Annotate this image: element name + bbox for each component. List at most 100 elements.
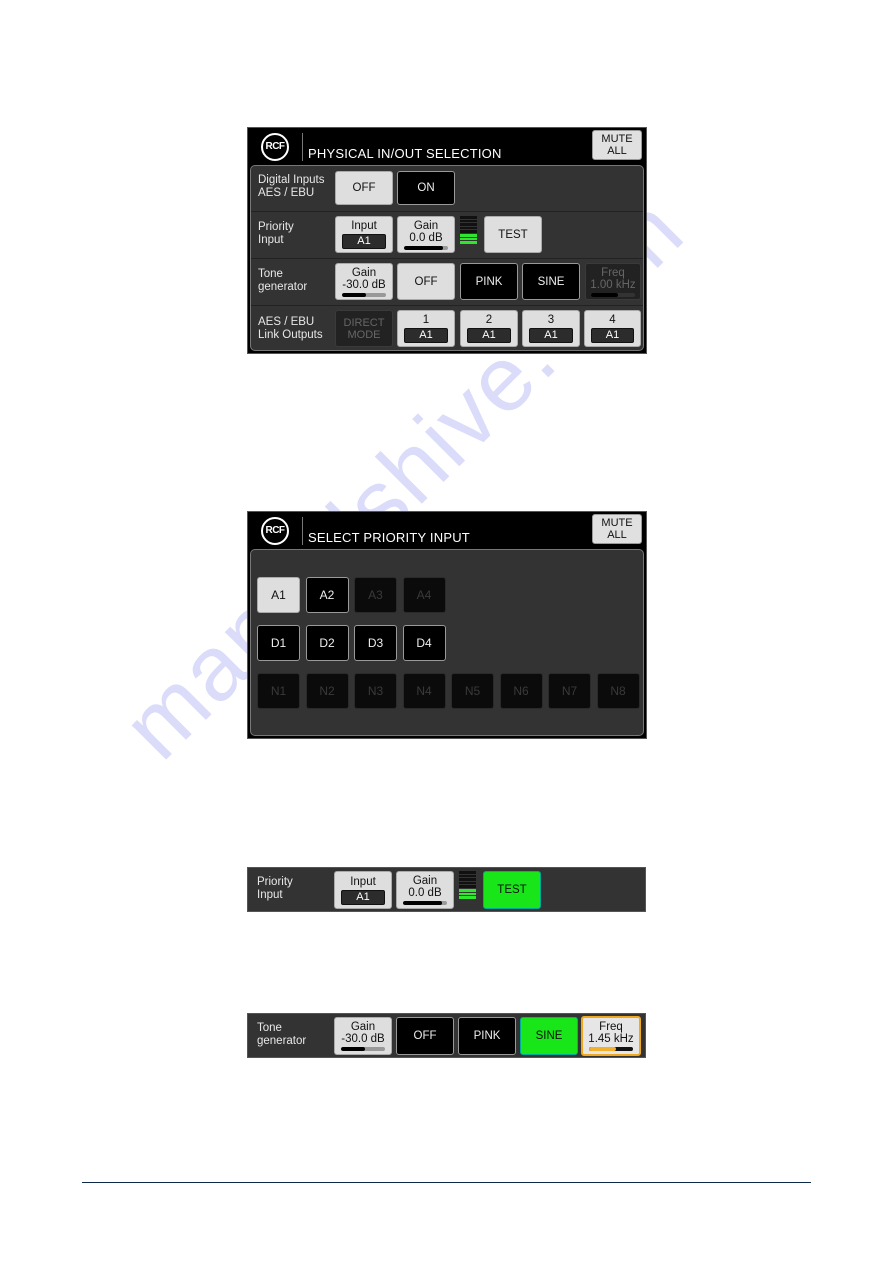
link-output-3-button[interactable]: 3 A1: [522, 310, 580, 347]
screen-header: RCF SELECT PRIORITY INPUT MUTE ALL: [248, 512, 646, 549]
priority-strip-test-active: Priority Input Input A1 Gain 0.0 dB TEST: [247, 867, 646, 912]
input-button-a4[interactable]: A4: [402, 577, 446, 613]
row-label: Priority Input: [258, 221, 294, 246]
tone-sine-button[interactable]: SINE: [522, 263, 580, 300]
meter-segment: [460, 216, 477, 219]
rcf-logo: RCF: [261, 133, 289, 161]
input-button-label: D4: [416, 636, 432, 650]
row-label: Tone generator: [257, 1022, 307, 1047]
input-button-label: D3: [367, 636, 384, 650]
input-button-n2[interactable]: N2: [305, 673, 349, 709]
priority-gain-button[interactable]: Gain 0.0 dB: [397, 216, 455, 253]
freq-bar: [591, 292, 635, 297]
meter-segment: [459, 885, 476, 888]
row-tone-generator: Tone generator Gain -30.0 dB OFF PINK SI…: [251, 258, 643, 306]
input-button-d3[interactable]: D3: [354, 625, 397, 661]
input-button-label: N7: [561, 684, 578, 698]
freq-bar: [588, 1047, 634, 1051]
row-label: Priority Input: [257, 876, 293, 901]
tone-strip-sine-active: Tone generator Gain -30.0 dB OFF PINK SI…: [247, 1013, 646, 1058]
meter-segment: [460, 241, 477, 244]
output-value: A1: [528, 328, 574, 343]
input-value: A1: [340, 889, 386, 905]
footer-divider: [82, 1182, 811, 1183]
tone-freq-button[interactable]: Freq 1.45 kHz: [581, 1016, 641, 1056]
mute-all-button[interactable]: MUTE ALL: [592, 130, 642, 160]
output-value: A1: [403, 328, 449, 343]
link-output-4-button[interactable]: 4 A1: [584, 310, 641, 347]
meter-segment: [459, 871, 476, 874]
gain-bar: [402, 901, 448, 905]
digital-inputs-off-button[interactable]: OFF: [335, 171, 393, 205]
input-button-n7[interactable]: N7: [548, 673, 591, 709]
direct-mode-button[interactable]: DIRECT MODE: [335, 310, 393, 347]
meter-segment: [460, 223, 477, 226]
input-button-d4[interactable]: D4: [402, 625, 446, 661]
tone-freq-button[interactable]: Freq 1.00 kHz: [585, 263, 641, 300]
output-value: A1: [590, 328, 635, 343]
test-button[interactable]: TEST: [483, 871, 541, 909]
priority-input-select-button[interactable]: Input A1: [334, 871, 392, 909]
input-button-n5[interactable]: N5: [451, 673, 494, 709]
row-label: Digital Inputs AES / EBU: [258, 174, 325, 199]
screen-title: SELECT PRIORITY INPUT: [308, 530, 470, 545]
meter-segment: [460, 237, 477, 241]
input-button-n1[interactable]: N1: [257, 673, 300, 709]
tone-off-button[interactable]: OFF: [397, 263, 455, 300]
meter-segment: [460, 219, 477, 223]
link-output-1-button[interactable]: 1 A1: [397, 310, 455, 347]
header-divider: [302, 517, 303, 545]
header-divider: [302, 133, 303, 161]
row-priority-input: Priority Input Input A1 Gain 0.0 dB TEST: [251, 211, 643, 259]
input-grid-panel: A1 A2 A3 A4 D1 D2 D3 D4 N1 N2 N3 N4 N5 N6 N7 N8: [250, 549, 644, 736]
input-button-d2[interactable]: D2: [305, 625, 349, 661]
input-button-n4[interactable]: N4: [402, 673, 446, 709]
input-button-n3[interactable]: N3: [354, 673, 397, 709]
tone-pink-button[interactable]: PINK: [458, 1017, 516, 1055]
input-button-n8[interactable]: N8: [596, 673, 640, 709]
input-button-label: N1: [270, 684, 287, 698]
gain-bar: [341, 292, 387, 297]
tone-gain-button[interactable]: Gain -30.0 dB: [335, 263, 393, 300]
priority-gain-button[interactable]: Gain 0.0 dB: [396, 871, 454, 909]
input-button-label: A3: [368, 588, 383, 602]
gain-bar: [340, 1047, 386, 1051]
tone-sine-button[interactable]: SINE: [520, 1017, 578, 1055]
input-button-a1[interactable]: A1: [257, 577, 300, 613]
row-aes-ebu-outputs: AES / EBU Link Outputs DIRECT MODE 1 A1 …: [251, 305, 643, 354]
mute-all-line1: MUTE: [601, 133, 633, 145]
input-button-label: N2: [319, 684, 335, 698]
input-button-n6[interactable]: N6: [499, 673, 543, 709]
tone-off-button[interactable]: OFF: [396, 1017, 454, 1055]
row-digital-inputs: Digital Inputs AES / EBU OFF ON: [251, 166, 643, 212]
gain-bar: [403, 245, 449, 250]
input-button-a2[interactable]: A2: [305, 577, 349, 613]
input-button-label: A1: [271, 588, 286, 602]
select-priority-screen: RCF SELECT PRIORITY INPUT MUTE ALL A1 A2 A…: [247, 511, 647, 739]
input-button-label: N6: [513, 684, 529, 698]
screen-header: RCF PHYSICAL IN/OUT SELECTION MUTE ALL: [248, 128, 646, 165]
meter-segment: [459, 888, 476, 892]
row-label: AES / EBU Link Outputs: [258, 316, 323, 341]
input-button-a3[interactable]: A3: [354, 577, 397, 613]
meter-segment: [460, 226, 477, 230]
output-value: A1: [466, 328, 512, 343]
meter-segment: [459, 881, 476, 885]
test-button[interactable]: TEST: [484, 216, 542, 253]
meter-segment: [459, 896, 476, 899]
mute-all-line2: ALL: [607, 145, 627, 157]
level-meter: [460, 216, 477, 244]
mute-all-button[interactable]: MUTE ALL: [592, 514, 642, 544]
meter-segment: [459, 874, 476, 878]
meter-segment: [460, 230, 477, 233]
tone-gain-button[interactable]: Gain -30.0 dB: [334, 1017, 392, 1055]
row-label: Tone generator: [258, 268, 308, 293]
input-button-label: N4: [416, 684, 432, 698]
digital-inputs-on-button[interactable]: ON: [397, 171, 455, 205]
link-output-2-button[interactable]: 2 A1: [460, 310, 518, 347]
input-button-d1[interactable]: D1: [257, 625, 300, 661]
priority-input-select-button[interactable]: Input A1: [335, 216, 393, 253]
mute-all-line2: ALL: [607, 529, 627, 541]
input-button-label: D2: [319, 636, 335, 650]
tone-pink-button[interactable]: PINK: [460, 263, 518, 300]
